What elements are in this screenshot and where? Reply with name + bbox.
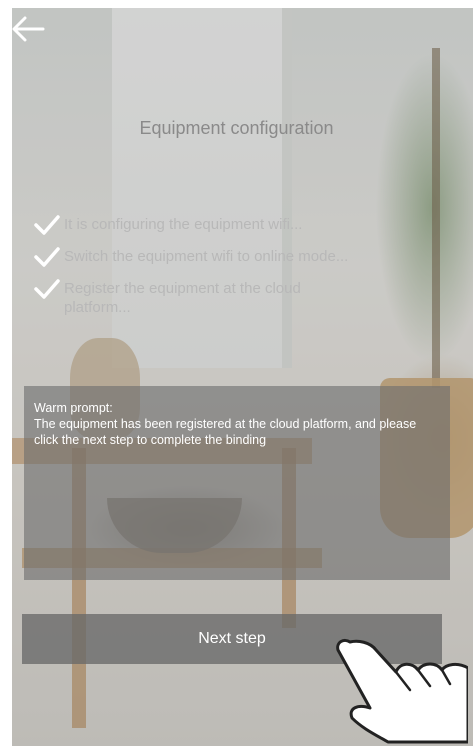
step-list: It is configuring the equipment wifi... … <box>30 212 430 325</box>
hand-pointer-icon <box>336 638 468 744</box>
warm-prompt-panel: Warm prompt: The equipment has been regi… <box>24 386 450 580</box>
prompt-body: The equipment has been registered at the… <box>34 417 417 447</box>
step-label: It is configuring the equipment wifi... <box>64 216 303 233</box>
step-label: Switch the equipment wifi to online mode… <box>64 248 349 265</box>
arrow-left-icon <box>12 16 45 42</box>
step-label: Register the equipment at the cloud plat… <box>64 280 301 316</box>
page-title: Equipment configuration <box>139 118 334 138</box>
step-item: Switch the equipment wifi to online mode… <box>30 244 430 268</box>
step-item: Register the equipment at the cloud plat… <box>30 276 430 317</box>
step-item: It is configuring the equipment wifi... <box>30 212 430 236</box>
prompt-title: Warm prompt: <box>34 401 113 415</box>
check-icon <box>34 279 60 299</box>
back-button[interactable] <box>8 12 48 46</box>
check-icon <box>34 247 60 267</box>
check-icon <box>34 215 60 235</box>
